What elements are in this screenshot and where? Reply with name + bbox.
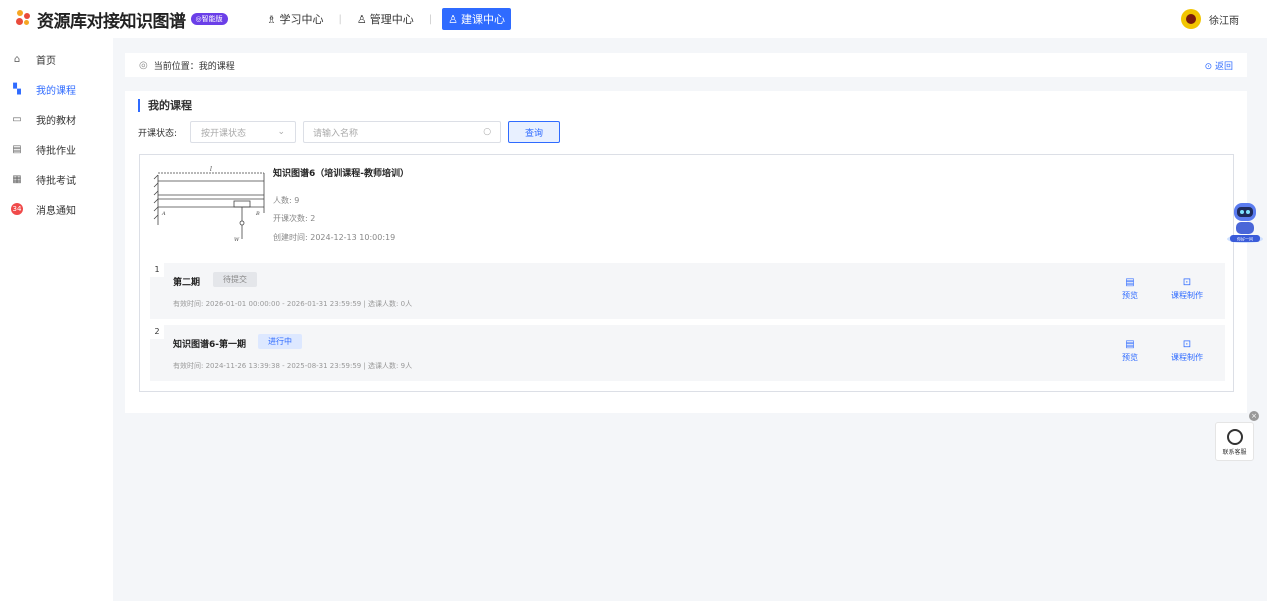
- filter-bar: 开课状态: 按开课状态 ⌄ 请输入名称 ○ 查询: [138, 121, 561, 143]
- sidebar-item-label: 我的教材: [36, 115, 76, 127]
- app-title: 资源库对接知识图谱: [37, 11, 186, 32]
- course-make-label: 课程制作: [1171, 291, 1203, 300]
- exam-icon: ▦: [12, 173, 22, 185]
- course-make-button[interactable]: ⊡ 课程制作: [1171, 277, 1203, 301]
- period-row: 2 知识图谱6-第一期 进行中 有效时间: 2024-11-26 13:39:3…: [150, 325, 1225, 381]
- chevron-down-icon: ⌄: [277, 127, 286, 137]
- graduation-icon: ♗: [266, 12, 277, 26]
- period-name: 第二期: [173, 278, 201, 288]
- notification-count-badge: 34: [11, 203, 23, 215]
- course-make-icon: ⊡: [1182, 277, 1192, 288]
- svg-text:A: A: [161, 211, 166, 217]
- close-icon[interactable]: ×: [1249, 411, 1259, 421]
- sidebar-item-notifications[interactable]: 34 消息通知: [0, 194, 113, 224]
- course-make-button[interactable]: ⊡ 课程制作: [1171, 339, 1203, 363]
- nav-divider: |: [338, 13, 342, 25]
- sidebar-item-label: 待批考试: [36, 175, 76, 187]
- period-info: 有效时间: 2024-11-26 13:39:38 - 2025-08-31 2…: [173, 362, 413, 370]
- build-course-icon: ♙: [448, 12, 458, 26]
- sidebar-item-label: 待批作业: [36, 145, 76, 157]
- page-title: 我的课程: [138, 99, 192, 112]
- preview-button[interactable]: ▤ 预览: [1122, 277, 1138, 301]
- book-icon: ▚: [13, 83, 21, 95]
- preview-icon: ▤: [1125, 339, 1135, 350]
- sidebar-item-label: 消息通知: [36, 205, 76, 217]
- course-created-time: 创建时间: 2024-12-13 10:00:19: [273, 233, 396, 242]
- contact-service-button[interactable]: 联系客服: [1215, 422, 1254, 461]
- preview-icon: ▤: [1125, 277, 1135, 288]
- sidebar-item-label: 首页: [36, 55, 56, 67]
- app-logo[interactable]: 资源库对接知识图谱 ◎智能版: [15, 7, 228, 32]
- nav-management-center[interactable]: ♙ 管理中心: [352, 8, 419, 30]
- sidebar-item-home[interactable]: ⌂ 首页: [0, 44, 113, 74]
- back-button[interactable]: ⊙ 返回: [1205, 59, 1233, 72]
- period-index: 1: [150, 263, 164, 277]
- user-name: 徐江雨: [1209, 15, 1239, 27]
- select-placeholder: 按开课状态: [201, 128, 247, 139]
- preview-label: 预览: [1122, 353, 1138, 362]
- period-index: 2: [150, 325, 164, 339]
- course-title[interactable]: 知识图谱6（培训课程-教师培训）: [273, 166, 409, 179]
- logo-icon: [15, 10, 33, 28]
- search-placeholder: 请输入名称: [313, 128, 359, 139]
- course-people: 人数: 9: [273, 196, 300, 205]
- nav-learning-center[interactable]: ♗ 学习中心: [262, 8, 329, 30]
- period-info: 有效时间: 2026-01-01 00:00:00 - 2026-01-31 2…: [173, 300, 413, 308]
- svg-text:你好一问: 你好一问: [1237, 236, 1253, 242]
- nav-course-building-center[interactable]: ♙ 建课中心: [442, 8, 511, 30]
- users-icon: ♙: [356, 12, 367, 26]
- back-icon: ⊙: [1204, 62, 1213, 72]
- sidebar-item-pending-exams[interactable]: ▦ 待批考试: [0, 164, 113, 194]
- nav-label: 学习中心: [279, 13, 324, 26]
- course-make-label: 课程制作: [1171, 353, 1203, 362]
- course-session-count: 开课次数: 2: [273, 214, 316, 223]
- query-button[interactable]: 查询: [508, 121, 561, 143]
- user-menu[interactable]: 徐江雨: [1181, 9, 1239, 29]
- ai-assistant-robot-icon[interactable]: 你好一问: [1224, 195, 1266, 247]
- course-make-icon: ⊡: [1182, 339, 1192, 350]
- main-panel: 我的课程 开课状态: 按开课状态 ⌄ 请输入名称 ○ 查询 l A B W 知识…: [125, 91, 1247, 413]
- nav-label: 建课中心: [460, 13, 505, 26]
- preview-button[interactable]: ▤ 预览: [1122, 339, 1138, 363]
- svg-text:B: B: [255, 211, 260, 217]
- sidebar-item-my-courses[interactable]: ▚ 我的课程: [0, 74, 113, 104]
- textbook-icon: ▭: [12, 113, 22, 125]
- back-label: 返回: [1214, 62, 1233, 72]
- filter-label: 开课状态:: [138, 128, 178, 139]
- avatar: [1181, 9, 1201, 29]
- bell-icon: 34: [10, 203, 24, 215]
- nav-label: 管理中心: [369, 13, 414, 26]
- headset-icon: [1226, 429, 1243, 445]
- breadcrumb: ◎ 当前位置：我的课程 ⊙ 返回: [125, 53, 1247, 77]
- nav-divider: |: [428, 13, 433, 25]
- top-nav: ♗ 学习中心 | ♙ 管理中心 | ♙ 建课中心: [262, 8, 511, 30]
- location-pin-icon: ◎: [139, 59, 148, 71]
- status-select[interactable]: 按开课状态 ⌄: [190, 121, 297, 143]
- svg-text:l: l: [210, 166, 212, 173]
- sidebar-item-label: 我的课程: [36, 85, 76, 97]
- svg-text:W: W: [234, 237, 240, 243]
- course-thumbnail[interactable]: l A B W: [150, 163, 270, 243]
- status-badge: 进行中: [258, 334, 302, 349]
- homework-icon: ▤: [12, 143, 22, 155]
- search-input[interactable]: 请输入名称 ○: [303, 121, 502, 143]
- top-bar: 资源库对接知识图谱 ◎智能版 ♗ 学习中心 | ♙ 管理中心 | ♙ 建课中心 …: [0, 0, 1267, 38]
- preview-label: 预览: [1122, 291, 1138, 300]
- status-badge: 待提交: [213, 272, 257, 287]
- period-name: 知识图谱6-第一期: [173, 340, 246, 350]
- sidebar-item-pending-homework[interactable]: ▤ 待批作业: [0, 134, 113, 164]
- ai-edition-badge: ◎智能版: [190, 13, 228, 25]
- search-icon: ○: [483, 127, 492, 137]
- breadcrumb-text: 当前位置：我的课程: [153, 61, 235, 72]
- sidebar: ⌂ 首页 ▚ 我的课程 ▭ 我的教材 ▤ 待批作业 ▦ 待批考试 34 消息通知: [0, 38, 113, 601]
- sidebar-item-my-textbooks[interactable]: ▭ 我的教材: [0, 104, 113, 134]
- period-row: 1 第二期 待提交 有效时间: 2026-01-01 00:00:00 - 20…: [150, 263, 1225, 319]
- home-icon: ⌂: [13, 53, 21, 65]
- course-card: l A B W 知识图谱6（培训课程-教师培训） 人数: 9 开课次数: 2 创…: [139, 154, 1234, 392]
- service-label: 联系客服: [1222, 449, 1247, 456]
